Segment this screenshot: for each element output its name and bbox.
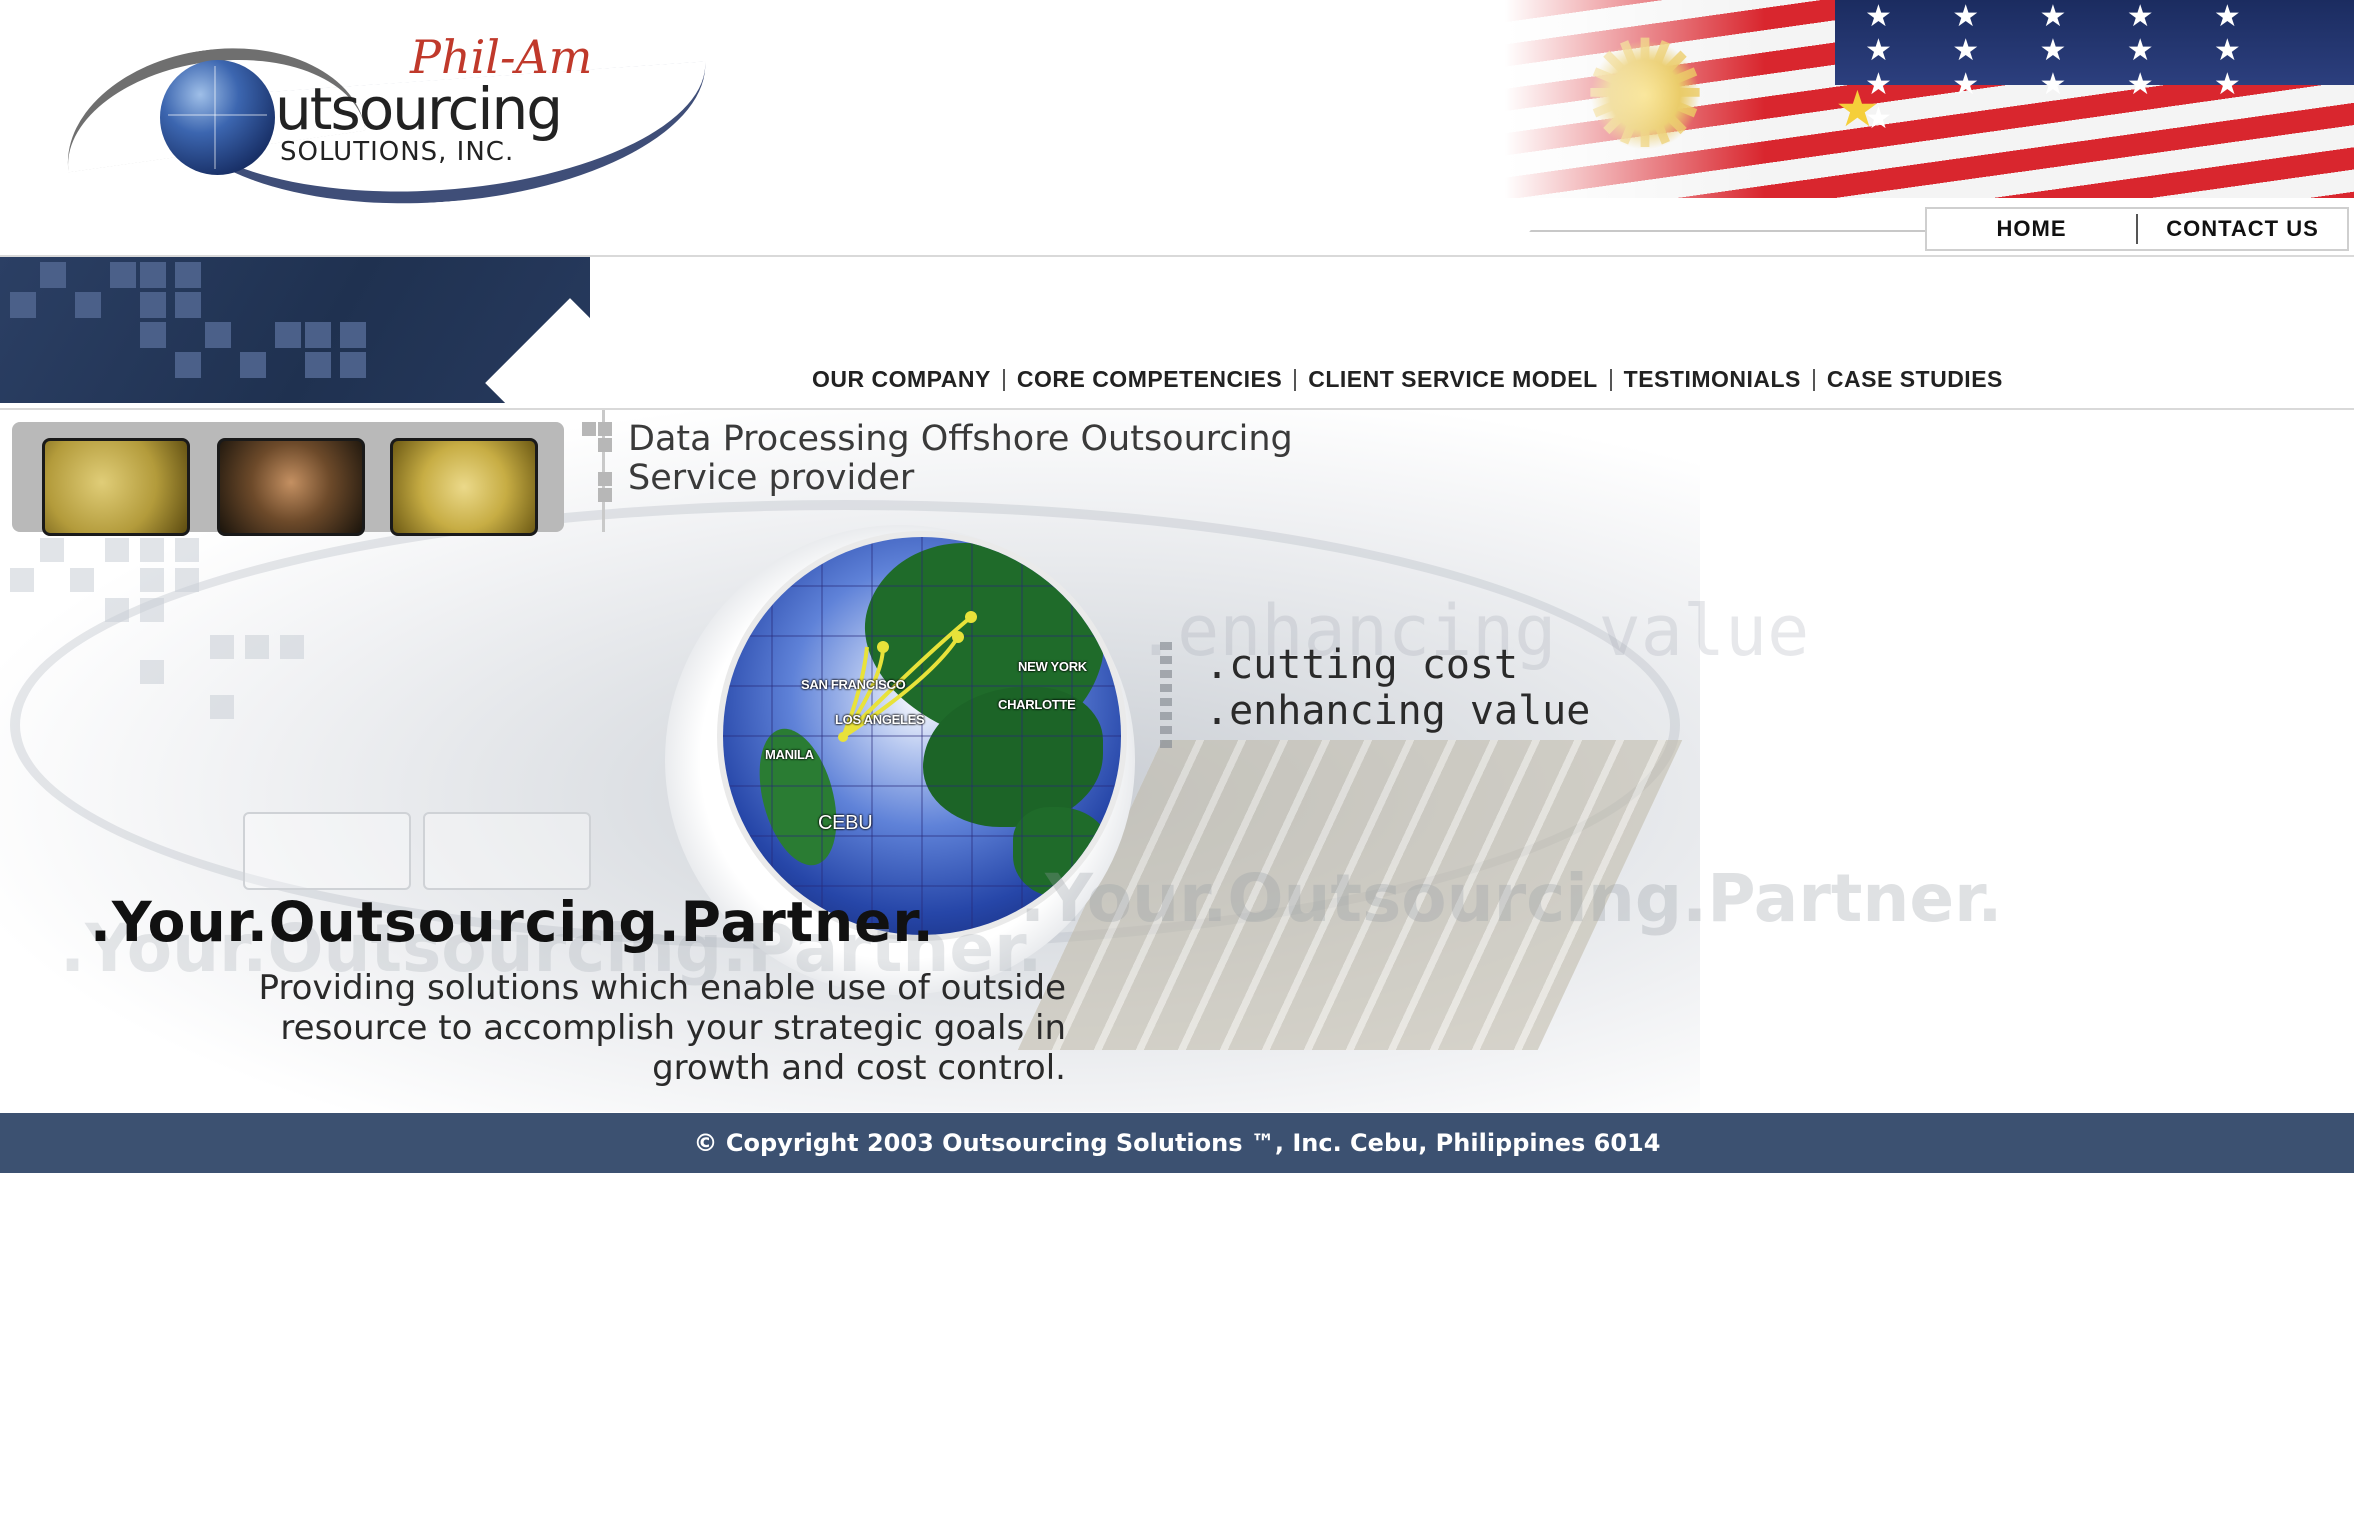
navy-pixel-banner — [0, 257, 590, 403]
nav-client-service-model-link[interactable]: CLIENT SERVICE MODEL — [1296, 366, 1609, 393]
map-label-manila: MANILA — [765, 747, 814, 762]
map-label-charlotte: CHARLOTTE — [998, 697, 1076, 712]
tagline-cutting-cost: .cutting cost — [1205, 642, 1519, 688]
nav-home-link[interactable]: HOME — [1927, 216, 2136, 242]
thumbnail-handshake-photo — [390, 438, 538, 536]
partner-title: .Your.Outsourcing.Partner. — [90, 890, 935, 954]
tagline-accent-bar — [1160, 638, 1172, 748]
tagline-enhancing-value: .enhancing value — [1205, 688, 1591, 734]
hero-description: Providing solutions which enable use of … — [220, 968, 1066, 1088]
heading-pixel-icon — [582, 422, 622, 532]
thumbnail-woman-photo — [217, 438, 365, 536]
map-label-los-angeles: LOS ANGELES — [835, 712, 925, 727]
nav-contact-us-link[interactable]: CONTACT US — [2138, 216, 2347, 242]
hero-heading-line2: Service provider — [628, 458, 915, 498]
main-nav: OUR COMPANY CORE COMPETENCIES CLIENT SER… — [800, 366, 2015, 393]
ghost-frames — [243, 812, 593, 892]
hero-heading: Data Processing Offshore Outsourcing Ser… — [628, 420, 1293, 498]
nav-our-company-link[interactable]: OUR COMPANY — [800, 366, 1003, 393]
header-divider-line — [1529, 230, 1931, 232]
nav-case-studies-link[interactable]: CASE STUDIES — [1815, 366, 2015, 393]
logo-globe-icon — [160, 60, 275, 175]
thumbnail-worker-photo — [42, 438, 190, 536]
map-label-new-york: NEW YORK — [1018, 659, 1087, 674]
partner-ghost-text-right: .Your.Outsourcing.Partner. — [1020, 860, 2003, 937]
tagline-block: .cutting cost .enhancing value — [1205, 642, 1590, 734]
hero-heading-line1: Data Processing Offshore Outsourcing — [628, 419, 1293, 459]
photo-thumbnail-strip — [12, 422, 564, 536]
us-flag-stars-icon: ★ ★ ★ ★ ★ ★ ★ ★ ★ ★ ★ ★ ★ ★ ★ ★ — [1865, 0, 2267, 135]
map-label-san-francisco: SAN FRANCISCO — [801, 677, 906, 692]
flag-fade — [1505, 0, 1765, 198]
nav-testimonials-link[interactable]: TESTIMONIALS — [1612, 366, 1813, 393]
footer-bar: © Copyright 2003 Outsourcing Solutions ™… — [0, 1113, 2354, 1173]
copyright-text: © Copyright 2003 Outsourcing Solutions ™… — [693, 1129, 1661, 1157]
ph-star-icon: ★ — [1835, 81, 1880, 137]
description-line2: resource to accomplish your strategic go… — [280, 1008, 1066, 1048]
map-label-cebu: CEBU — [818, 812, 873, 834]
hero-section: Data Processing Offshore Outsourcing Ser… — [0, 410, 2354, 1112]
description-line3: growth and cost control. — [652, 1048, 1066, 1088]
nav-core-competencies-link[interactable]: CORE COMPETENCIES — [1005, 366, 1294, 393]
logo-sub-text: SOLUTIONS, INC. — [280, 137, 515, 167]
top-nav: HOME CONTACT US — [1925, 207, 2349, 251]
logo-main-text: utsourcing — [275, 75, 563, 143]
flags-banner-image: ★ ★ ★ ★ ★ ★ ★ ★ ★ ★ ★ ★ ★ ★ ★ ★ ✺ ★ — [1505, 0, 2354, 198]
company-logo[interactable]: Phil-Am utsourcing SOLUTIONS, INC. — [50, 20, 714, 221]
description-line1: Providing solutions which enable use of … — [258, 968, 1066, 1008]
